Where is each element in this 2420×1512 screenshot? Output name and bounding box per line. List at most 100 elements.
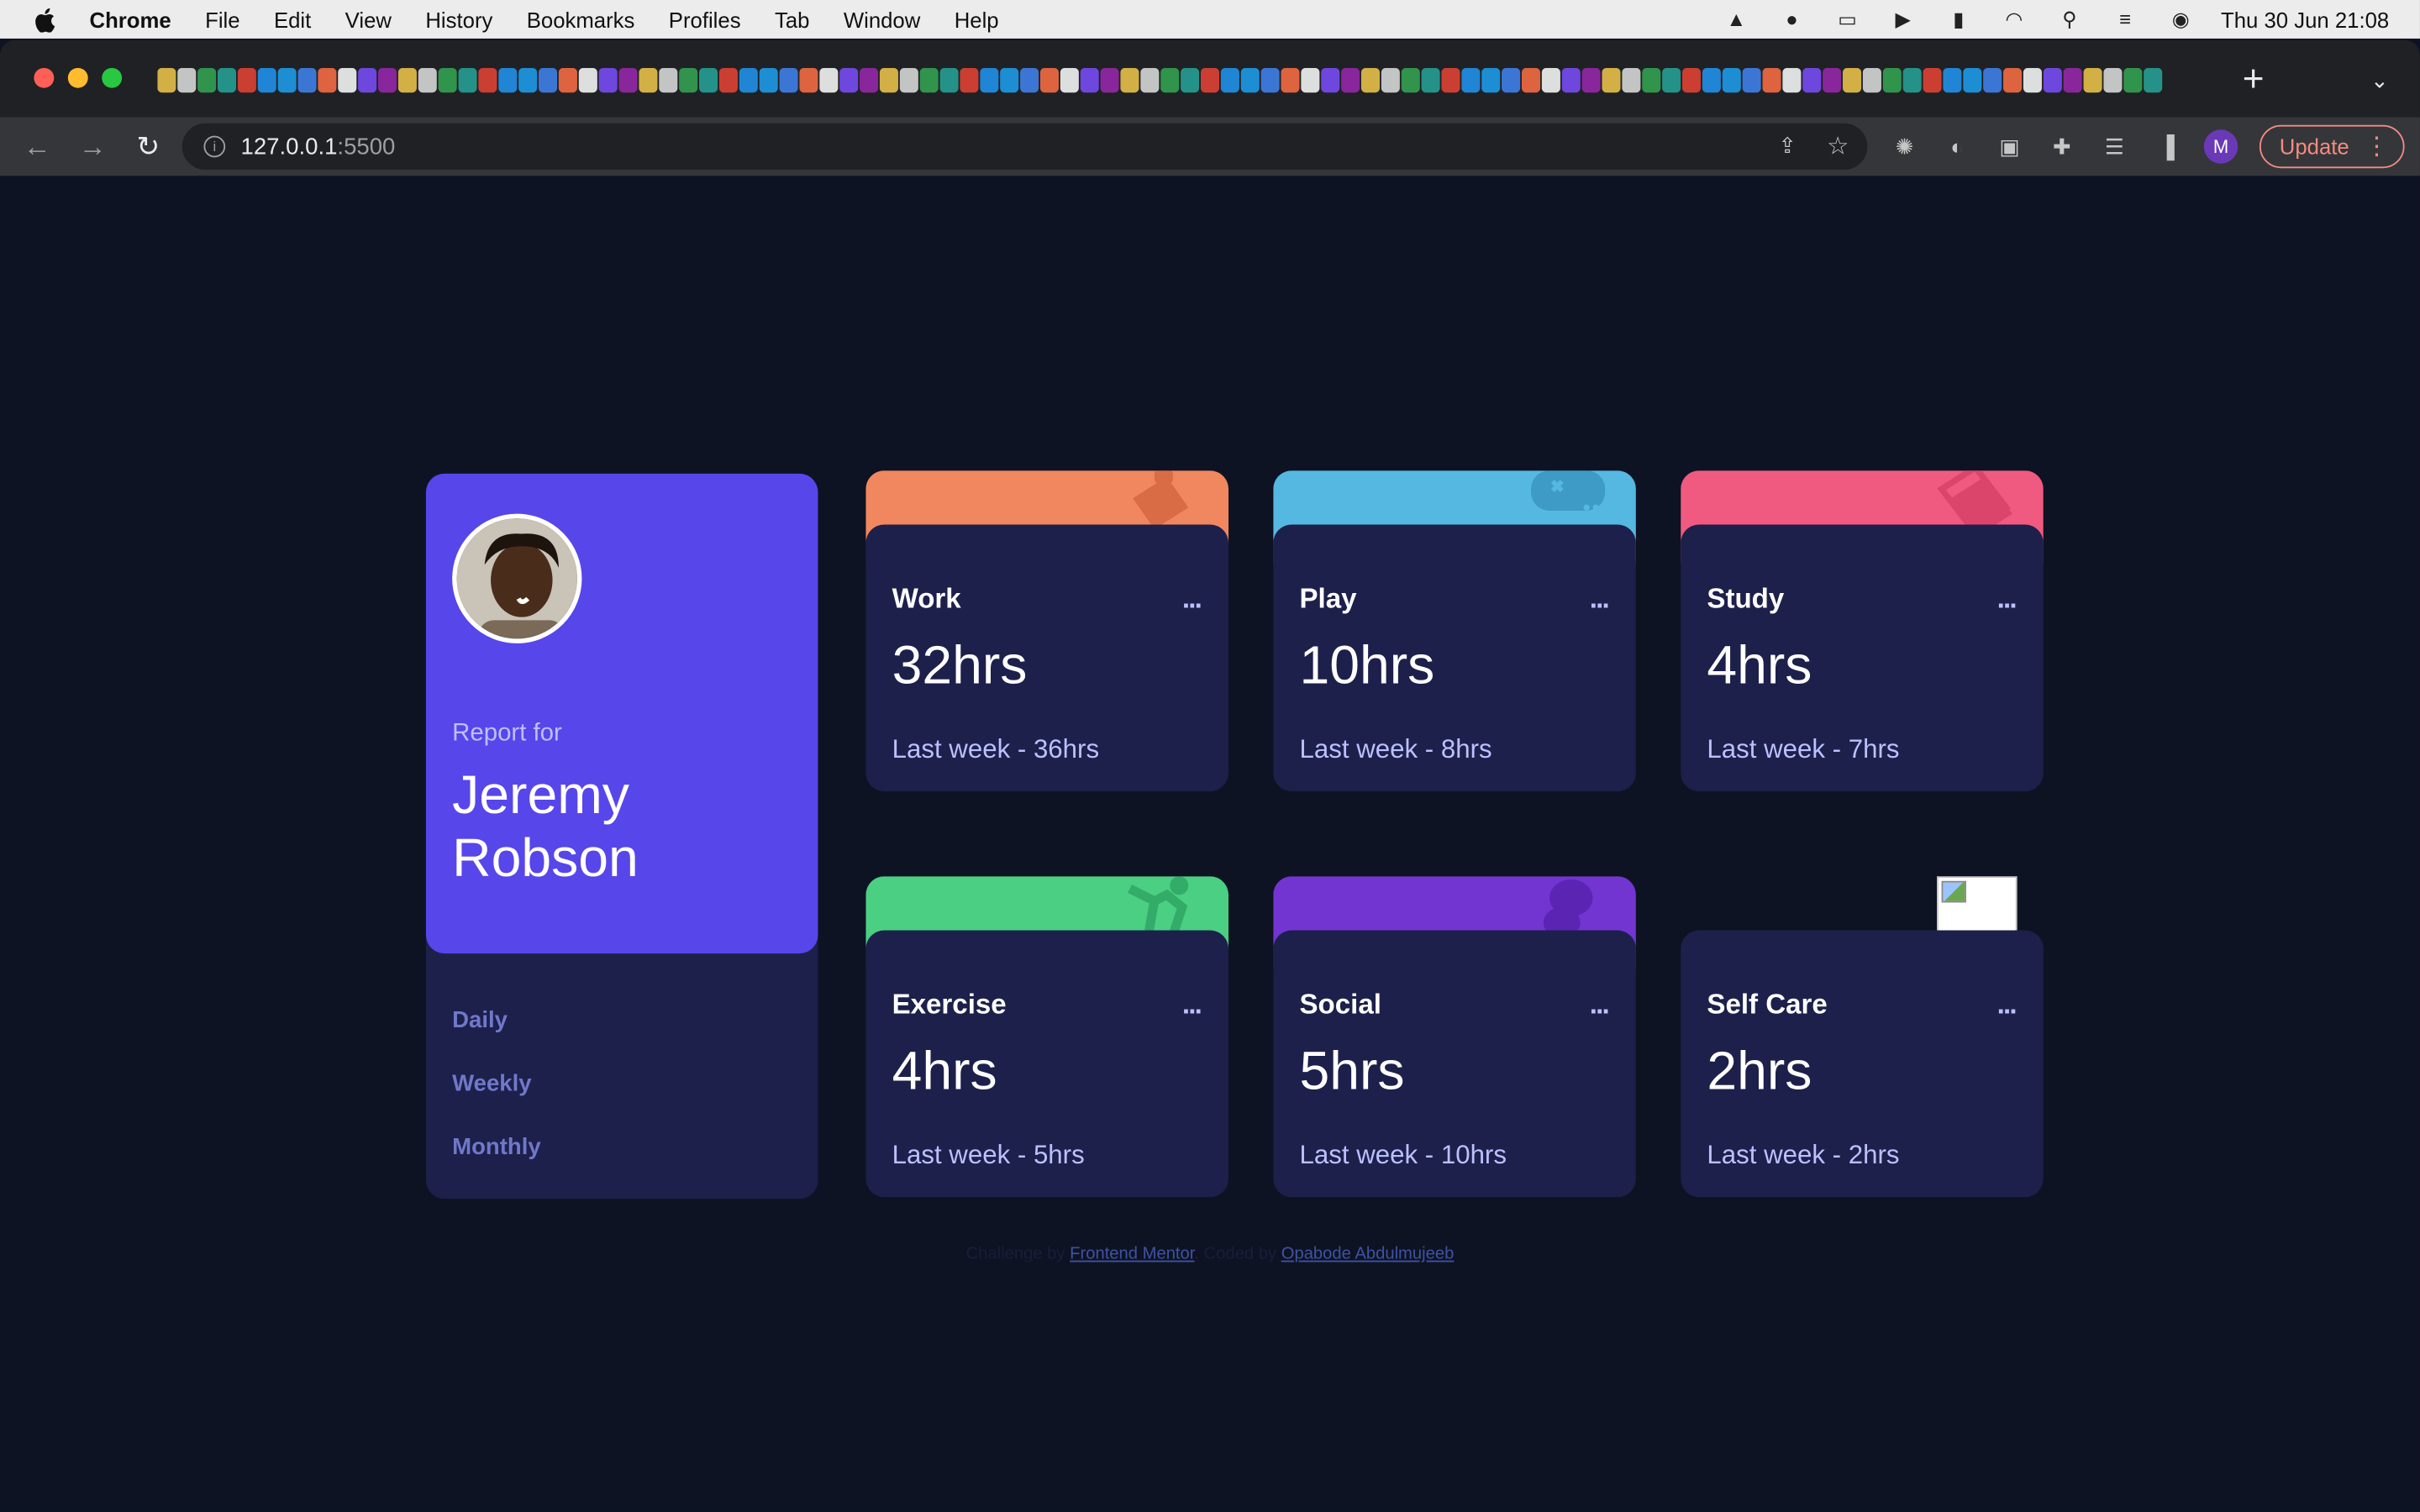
pinned-tab-favicon[interactable] <box>1702 67 1721 93</box>
pinned-tab-favicon[interactable] <box>1902 67 1922 93</box>
pinned-tab-favicon[interactable] <box>618 67 638 93</box>
pinned-tab-favicon[interactable] <box>458 67 477 93</box>
pinned-tab-favicon[interactable] <box>1220 67 1239 93</box>
pinned-tab-favicon[interactable] <box>1481 67 1501 93</box>
clock[interactable]: Thu 30 Jun 21:08 <box>2221 7 2389 31</box>
pinned-tab-favicon[interactable] <box>598 67 618 93</box>
pinned-tab-favicon[interactable] <box>1502 67 1521 93</box>
author-link[interactable]: Opabode Abdulmujeeb <box>1281 1245 1455 1263</box>
reading-list-icon[interactable]: ☰ <box>2099 131 2130 162</box>
pinned-tab-favicon[interactable] <box>639 67 658 93</box>
reload-button[interactable]: ↻ <box>120 130 176 163</box>
pinned-tab-favicon[interactable] <box>297 67 317 93</box>
new-tab-button[interactable]: + <box>2235 59 2272 102</box>
pinned-tab-favicon[interactable] <box>919 67 939 93</box>
pinned-tab-favicon[interactable] <box>960 67 979 93</box>
play-icon[interactable]: ▶ <box>1887 7 1918 30</box>
pinned-tab-favicon[interactable] <box>438 67 457 93</box>
bookmark-star-icon[interactable]: ☆ <box>1827 131 1849 162</box>
vlc-icon[interactable]: ▲ <box>1721 8 1752 31</box>
pinned-tab-favicon[interactable] <box>879 67 898 93</box>
ellipsis-menu-icon[interactable]: ... <box>1997 583 2018 616</box>
pinned-tab-favicon[interactable] <box>1060 67 1079 93</box>
back-button[interactable]: ← <box>9 130 65 163</box>
pinned-tab-favicon[interactable] <box>739 67 758 93</box>
pinned-tab-favicon[interactable] <box>157 67 176 93</box>
site-info-icon[interactable]: i <box>203 135 226 158</box>
zoom-window-button[interactable] <box>102 67 123 88</box>
pinned-tab-favicon[interactable] <box>1401 67 1420 93</box>
display-icon[interactable]: ▭ <box>1832 7 1863 30</box>
pinned-tab-favicon[interactable] <box>699 67 718 93</box>
siri-icon[interactable]: ◉ <box>2165 7 2196 30</box>
tab-search-chevron-icon[interactable]: ⌄ <box>2370 68 2389 94</box>
pinned-tab-favicon[interactable] <box>1301 67 1320 93</box>
pinned-tab-favicon[interactable] <box>397 67 417 93</box>
menu-history[interactable]: History <box>425 7 492 31</box>
pinned-tab-favicon[interactable] <box>358 67 377 93</box>
update-button[interactable]: Update ⋮ <box>2259 124 2405 169</box>
pinned-tab-favicon[interactable] <box>518 67 538 93</box>
pinned-tab-favicon[interactable] <box>1581 67 1601 93</box>
pinned-tab-favicon[interactable] <box>1762 67 1781 93</box>
timeframe-monthly[interactable]: Monthly <box>452 1134 541 1160</box>
pinned-tab-favicon[interactable] <box>1260 67 1280 93</box>
kebab-menu-icon[interactable]: ⋮ <box>2365 131 2389 162</box>
pinned-tab-favicon[interactable] <box>1823 67 1842 93</box>
ellipsis-menu-icon[interactable]: ... <box>1182 989 1202 1021</box>
pinned-tab-favicon[interactable] <box>679 67 698 93</box>
ellipsis-menu-icon[interactable]: ... <box>1590 583 1610 616</box>
pinned-tab-favicon[interactable] <box>2043 67 2062 93</box>
pinned-tab-favicon[interactable] <box>839 67 859 93</box>
pinned-tab-favicon[interactable] <box>1039 67 1059 93</box>
url-text[interactable]: 127.0.0.1:5500 <box>241 134 396 160</box>
pinned-tab-favicon[interactable] <box>1240 67 1260 93</box>
apple-icon[interactable] <box>34 7 55 32</box>
pinned-tab-favicon[interactable] <box>718 67 738 93</box>
extension-3-icon[interactable]: ▣ <box>1994 131 2025 162</box>
pinned-tab-favicon[interactable] <box>1281 67 1300 93</box>
pinned-tab-favicon[interactable] <box>1983 67 2002 93</box>
pinned-tab-favicon[interactable] <box>1642 67 1661 93</box>
pinned-tab-favicon[interactable] <box>2023 67 2042 93</box>
pinned-tab-favicon[interactable] <box>2063 67 2082 93</box>
pinned-tab-favicon[interactable] <box>1200 67 1219 93</box>
pinned-tab-favicon[interactable] <box>338 67 357 93</box>
frontend-mentor-link[interactable]: Frontend Mentor <box>1070 1245 1194 1263</box>
pinned-tab-favicon[interactable] <box>860 67 879 93</box>
menu-help[interactable]: Help <box>955 7 999 31</box>
alfred-hat-icon[interactable]: ● <box>1776 8 1807 31</box>
menu-profiles[interactable]: Profiles <box>669 7 741 31</box>
pinned-tab-favicon[interactable] <box>539 67 558 93</box>
pinned-tab-favicon[interactable] <box>1782 67 1802 93</box>
extension-2-icon[interactable]: ◐ <box>1942 131 1973 162</box>
forward-button[interactable]: → <box>65 130 120 163</box>
pinned-tab-favicon[interactable] <box>759 67 778 93</box>
timeframe-weekly[interactable]: Weekly <box>452 1071 541 1097</box>
control-center-icon[interactable]: ≡ <box>2110 8 2141 31</box>
pinned-tab-favicon[interactable] <box>1682 67 1702 93</box>
spotlight-search-icon[interactable]: ⚲ <box>2054 7 2086 30</box>
menu-tab[interactable]: Tab <box>775 7 809 31</box>
pinned-tab-favicon[interactable] <box>779 67 798 93</box>
pinned-tab-favicon[interactable] <box>819 67 839 93</box>
pinned-tab-favicon[interactable] <box>899 67 918 93</box>
pinned-tab-favicon[interactable] <box>1000 67 1019 93</box>
pinned-tab-favicon[interactable] <box>1802 67 1822 93</box>
pinned-tab-favicon[interactable] <box>1140 67 1160 93</box>
pinned-tab-favicon[interactable] <box>257 67 276 93</box>
ellipsis-menu-icon[interactable]: ... <box>1590 989 1610 1021</box>
pinned-tab-favicon[interactable] <box>1421 67 1440 93</box>
pinned-tab-favicon[interactable] <box>1622 67 1641 93</box>
pinned-tab-favicon[interactable] <box>237 67 256 93</box>
pinned-tab-favicon[interactable] <box>1882 67 1902 93</box>
pinned-tab-favicon[interactable] <box>1943 67 1962 93</box>
pinned-tab-favicon[interactable] <box>197 67 217 93</box>
address-bar[interactable]: i 127.0.0.1:5500 ⇪ ☆ <box>182 123 1868 171</box>
pinned-tab-favicon[interactable] <box>1441 67 1460 93</box>
menu-app-name[interactable]: Chrome <box>90 7 171 31</box>
pinned-tab-favicon[interactable] <box>377 67 397 93</box>
pinned-tab-favicon[interactable] <box>2103 67 2123 93</box>
pinned-tab-favicon[interactable] <box>1561 67 1581 93</box>
close-window-button[interactable] <box>34 67 55 88</box>
